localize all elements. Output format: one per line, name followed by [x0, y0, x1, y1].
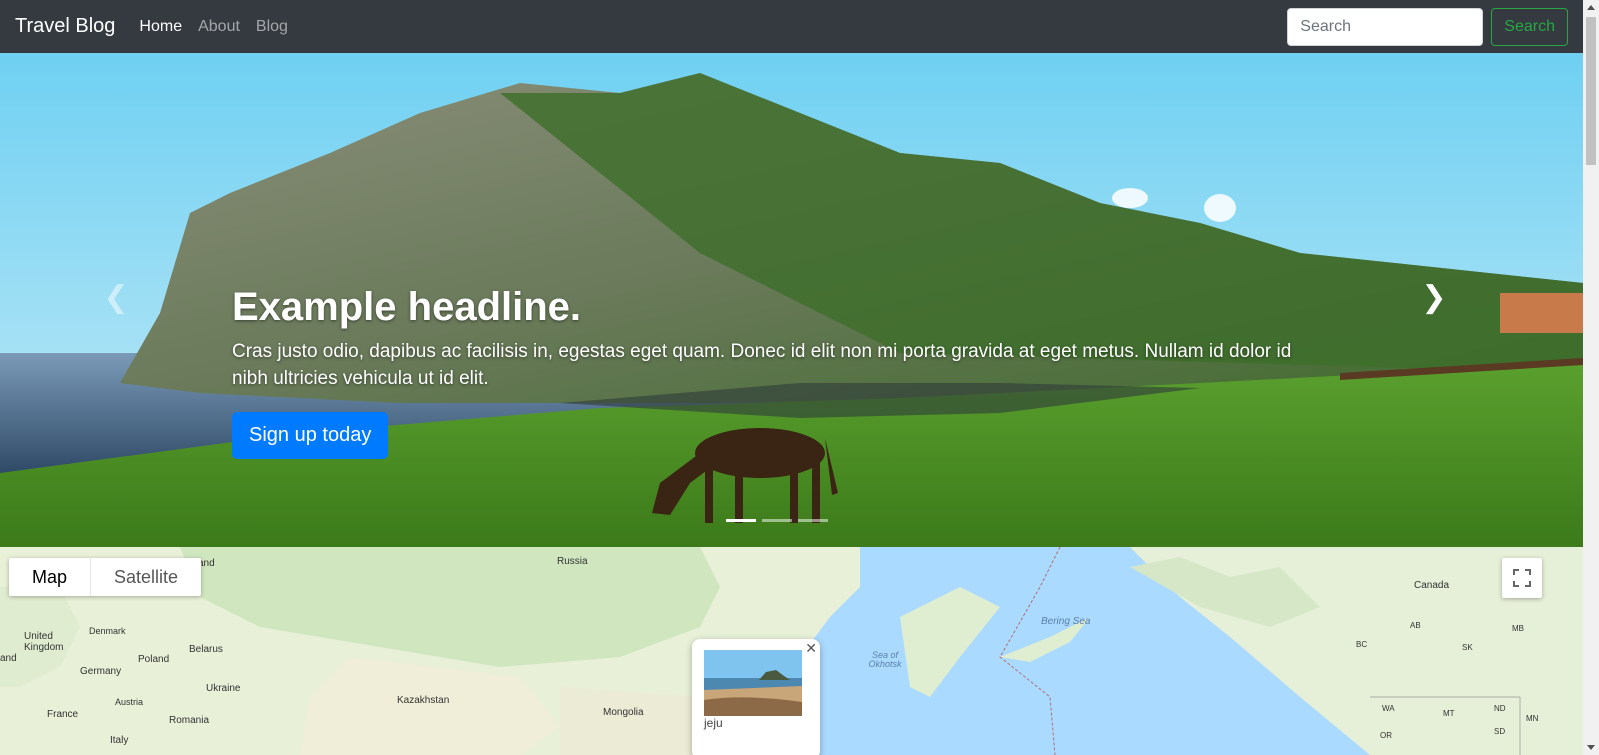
carousel-text: Cras justo odio, dapibus ac facilisis in… [232, 341, 1292, 389]
chevron-left-icon: ❮ [103, 280, 129, 314]
chevron-right-icon: ❯ [1421, 280, 1447, 314]
world-map[interactable]: and Russia Canada United Kingdom Denmark… [0, 547, 1583, 755]
map-type-control: Map Satellite [9, 558, 202, 596]
jeju-thumbnail-image [704, 650, 802, 716]
nav-link-about[interactable]: About [198, 18, 240, 36]
map-label-mb: MB [1512, 624, 1524, 633]
map-label-united-kingdom: United Kingdom [24, 631, 64, 653]
search-button[interactable]: Search [1491, 7, 1568, 46]
scroll-down-arrow-icon[interactable] [1587, 745, 1595, 750]
map-label-canada: Canada [1414, 580, 1450, 591]
map-label-sd: SD [1494, 727, 1506, 736]
map-label-bc: BC [1356, 640, 1368, 649]
hero-carousel: Example headline. Cras justo odio, dapib… [0, 53, 1583, 547]
carousel-next-control[interactable]: ❯ [1414, 273, 1454, 321]
map-type-satellite-button[interactable]: Satellite [90, 558, 201, 596]
map-label-sk: SK [1462, 643, 1473, 652]
map-label-germany: Germany [80, 666, 122, 677]
carousel-indicator-2[interactable] [762, 519, 792, 522]
fullscreen-button[interactable] [1502, 558, 1542, 598]
scroll-up-arrow-icon[interactable] [1587, 5, 1595, 10]
map-label-nd: ND [1494, 704, 1506, 713]
close-icon[interactable]: ✕ [805, 640, 817, 657]
nav-link-blog[interactable]: Blog [256, 18, 288, 36]
info-window-label: jeju [704, 716, 723, 730]
fullscreen-icon [1513, 569, 1531, 587]
navbar: Travel Blog Home About Blog Search [0, 0, 1583, 53]
map-label-wa: WA [1382, 704, 1395, 713]
map-label-mt: MT [1443, 709, 1455, 718]
map-label-mn: MN [1526, 714, 1539, 723]
map-label-mongolia: Mongolia [603, 707, 644, 718]
map-label-ab: AB [1410, 621, 1421, 630]
map-label-denmark: Denmark [89, 626, 126, 636]
carousel-headline: Example headline. [232, 285, 582, 329]
map-label-or: OR [1380, 731, 1392, 740]
map-label-poland: Poland [138, 654, 170, 665]
map-label-belarus: Belarus [189, 644, 223, 655]
map-label-russia: Russia [557, 556, 588, 567]
sign-up-button[interactable]: Sign up today [232, 412, 389, 459]
carousel-indicator-1[interactable] [726, 519, 756, 522]
map-label-france: France [47, 709, 79, 720]
map-info-window: ✕ jeju [692, 639, 820, 755]
map-label-austria: Austria [115, 697, 144, 707]
map-type-map-button[interactable]: Map [9, 558, 90, 596]
nav-link-home[interactable]: Home [139, 18, 182, 36]
carousel-prev-control[interactable]: ❮ [96, 273, 136, 321]
carousel-indicators [726, 519, 828, 522]
scrollbar-thumb[interactable] [1586, 17, 1596, 165]
search-input[interactable] [1287, 7, 1484, 46]
map-label-ukraine: Ukraine [206, 683, 241, 694]
page-scrollbar[interactable] [1583, 0, 1599, 755]
map-label-bering-sea: Bering Sea [1041, 616, 1091, 627]
map-label-italy: Italy [110, 735, 129, 746]
map-label-ireland-partial: and [0, 653, 17, 664]
carousel-caption: Example headline. Cras justo odio, dapib… [232, 285, 1312, 459]
map-label-kazakhstan: Kazakhstan [397, 695, 450, 706]
map-label-sea-of-okhotsk: Sea of Okhotsk [868, 650, 902, 669]
map-label-romania: Romania [169, 715, 210, 726]
brand-link[interactable]: Travel Blog [15, 15, 115, 38]
carousel-indicator-3[interactable] [798, 519, 828, 522]
